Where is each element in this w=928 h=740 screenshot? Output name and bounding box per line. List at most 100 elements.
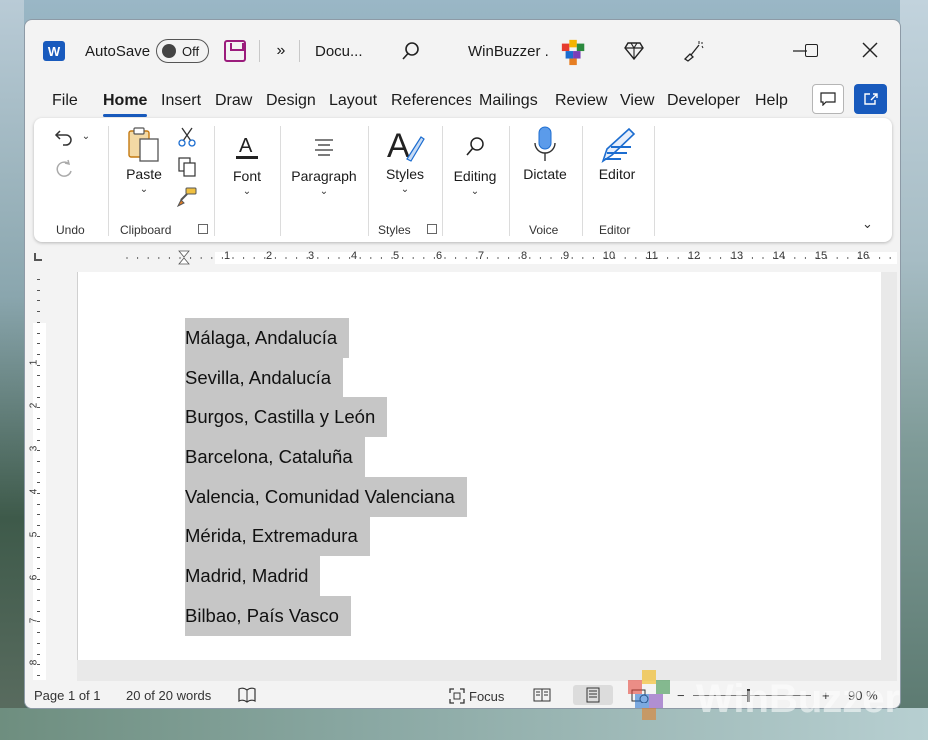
- tab-design[interactable]: Design: [266, 88, 316, 114]
- designer-brush-icon[interactable]: [682, 40, 704, 62]
- zoom-level[interactable]: 90 %: [848, 688, 878, 703]
- document-line[interactable]: Málaga, Andalucía: [185, 318, 350, 358]
- document-page[interactable]: Málaga, Andalucía Sevilla, Andalucía Bur…: [77, 272, 881, 660]
- editor-button[interactable]: Editor: [592, 126, 642, 182]
- voice-group-label: Voice: [529, 223, 559, 237]
- divider: [259, 40, 260, 62]
- tab-references[interactable]: References: [391, 88, 471, 114]
- tab-mailings[interactable]: Mailings: [479, 88, 538, 114]
- paragraph-icon: [313, 128, 335, 166]
- tab-draw[interactable]: Draw: [215, 88, 252, 114]
- save-icon[interactable]: [224, 40, 246, 62]
- paragraph-button[interactable]: Paragraph ⌄: [288, 128, 360, 197]
- focus-icon: [449, 688, 465, 704]
- page-count[interactable]: Page 1 of 1: [34, 688, 101, 703]
- clipboard-launcher-icon[interactable]: [198, 224, 208, 234]
- document-name[interactable]: Docu...: [315, 41, 363, 61]
- zoom-in-button[interactable]: +: [822, 688, 830, 703]
- tab-view[interactable]: View: [620, 88, 654, 114]
- ruler-tick: [37, 653, 40, 655]
- document-line[interactable]: Barcelona, Cataluña: [185, 437, 365, 477]
- web-layout-icon[interactable]: [628, 685, 652, 705]
- ruler-tick: [37, 300, 40, 302]
- styles-button[interactable]: A Styles ⌄: [380, 126, 430, 195]
- ribbon: ⌄ Undo Paste ⌄ Clipboard A Font ⌄ Paragr…: [34, 118, 892, 242]
- ruler-number: 6: [435, 250, 443, 262]
- editor-group-label: Editor: [599, 223, 631, 237]
- ruler-tick: [37, 664, 40, 666]
- ruler-tick: [37, 311, 40, 313]
- search-icon[interactable]: [399, 39, 423, 63]
- ribbon-options-chevron-icon[interactable]: ⌄: [862, 216, 873, 232]
- desktop-background-left: [0, 0, 24, 740]
- ruler-tick: [37, 578, 40, 580]
- tab-review[interactable]: Review: [555, 88, 607, 114]
- premium-diamond-icon[interactable]: [623, 40, 645, 62]
- horizontal-ruler[interactable]: 1 2 3 4 5 6 7 8 9 10 11 12 13 14 15 16: [77, 249, 897, 267]
- undo-icon[interactable]: [52, 126, 76, 148]
- styles-label: Styles: [385, 166, 425, 182]
- format-painter-icon[interactable]: [176, 186, 198, 208]
- editing-label: Editing: [453, 168, 497, 184]
- chevron-down-icon: ⌄: [400, 184, 410, 195]
- vertical-ruler[interactable]: 1 2 3 4 5 6 7 8: [28, 275, 47, 680]
- document-line[interactable]: Burgos, Castilla y León: [185, 397, 388, 437]
- group-divider: [654, 126, 655, 236]
- word-count[interactable]: 20 of 20 words: [126, 688, 211, 703]
- paste-button[interactable]: Paste ⌄: [122, 126, 166, 195]
- maximize-button[interactable]: [805, 44, 818, 57]
- ruler-tick: [37, 332, 40, 334]
- zoom-slider-track[interactable]: [693, 695, 811, 696]
- tab-insert[interactable]: Insert: [161, 88, 201, 114]
- chevron-down-icon: ⌄: [319, 186, 329, 197]
- ruler-tick: [37, 460, 40, 462]
- share-button[interactable]: [854, 84, 887, 114]
- focus-button[interactable]: Focus: [449, 688, 504, 704]
- cut-icon[interactable]: [176, 126, 198, 148]
- document-line[interactable]: Valencia, Comunidad Valenciana: [185, 477, 467, 517]
- styles-launcher-icon[interactable]: [427, 224, 437, 234]
- styles-group-label: Styles: [378, 223, 411, 237]
- zoom-out-button[interactable]: −: [677, 688, 685, 703]
- ruler-text-area: [33, 323, 46, 680]
- editing-button[interactable]: Editing ⌄: [448, 128, 502, 197]
- comments-button[interactable]: [812, 84, 844, 114]
- ruler-tick: [37, 439, 40, 441]
- tab-selector[interactable]: [34, 253, 42, 261]
- document-line[interactable]: Sevilla, Andalucía: [185, 358, 344, 398]
- user-avatar[interactable]: [560, 38, 588, 66]
- zoom-slider-thumb[interactable]: [747, 689, 750, 702]
- ruler-tick: [37, 600, 40, 601]
- close-button[interactable]: [858, 38, 882, 62]
- document-line[interactable]: Bilbao, País Vasco: [185, 596, 351, 636]
- copy-icon[interactable]: [176, 156, 198, 178]
- read-aloud-book-icon[interactable]: [235, 685, 259, 705]
- tab-file[interactable]: File: [52, 88, 78, 114]
- print-layout-icon[interactable]: [573, 685, 613, 705]
- autosave-toggle[interactable]: Off: [156, 39, 209, 63]
- dictate-button[interactable]: Dictate: [518, 126, 572, 182]
- tab-developer[interactable]: Developer: [667, 88, 740, 114]
- ruler-number: 7: [477, 250, 485, 262]
- chevron-down-icon: ⌄: [470, 186, 480, 197]
- ruler-tick: [37, 503, 40, 505]
- user-name[interactable]: WinBuzzer .: [468, 41, 549, 61]
- read-mode-icon[interactable]: [530, 685, 554, 705]
- document-line[interactable]: Mérida, Extremadura: [185, 516, 370, 556]
- more-commands-icon[interactable]: »: [271, 40, 291, 62]
- ruler-tick: [37, 642, 40, 644]
- tab-layout[interactable]: Layout: [329, 88, 377, 114]
- tab-help[interactable]: Help: [755, 88, 788, 114]
- font-button[interactable]: A Font ⌄: [226, 128, 268, 197]
- ruler-tick: [37, 546, 40, 548]
- ruler-tick: [37, 525, 40, 527]
- document-line[interactable]: Madrid, Madrid: [185, 556, 321, 596]
- undo-dropdown-chevron-icon[interactable]: ⌄: [80, 128, 92, 144]
- group-divider: [582, 126, 583, 236]
- divider: [299, 40, 300, 62]
- redo-icon[interactable]: [52, 158, 76, 180]
- ruler-number: 5: [392, 250, 400, 262]
- ruler-tick: [37, 396, 40, 398]
- tab-home[interactable]: Home: [103, 88, 148, 117]
- ruler-number: 4: [350, 250, 358, 262]
